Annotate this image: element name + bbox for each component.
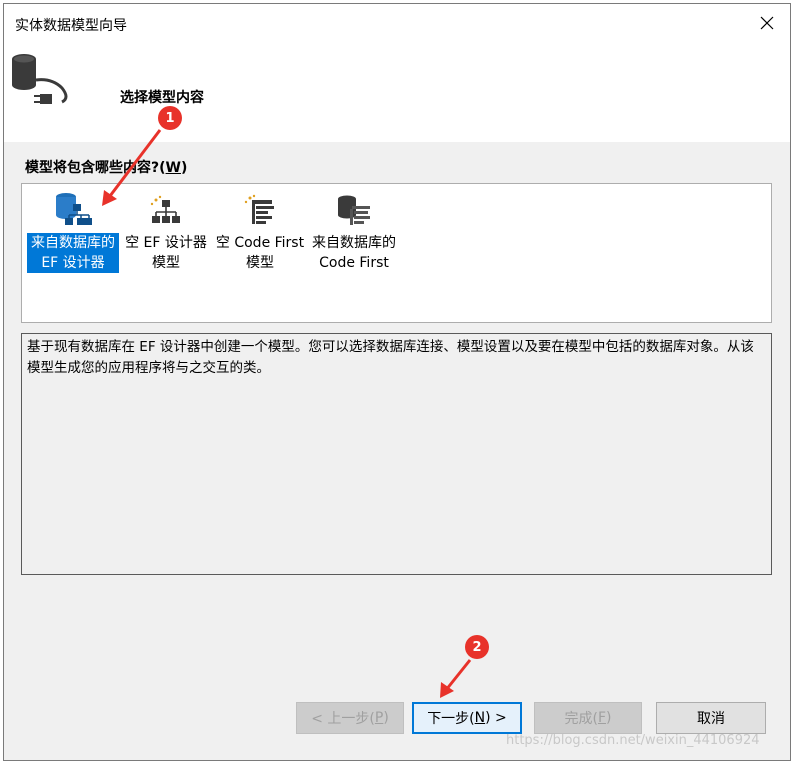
- watermark: https://blog.csdn.net/weixin_44106924: [506, 733, 760, 748]
- wizard-header: 选择模型内容: [4, 42, 790, 142]
- model-option-label-line2: 模型: [246, 255, 274, 271]
- title-bar: 实体数据模型向导: [4, 4, 790, 42]
- database-code-first-icon: [338, 195, 370, 225]
- empty-diagram-icon: [150, 195, 180, 223]
- cancel-button[interactable]: 取消: [656, 702, 766, 734]
- finish-button[interactable]: 完成(F): [534, 702, 642, 734]
- model-option-label-line2: EF 设计器: [41, 255, 105, 271]
- model-content-label: 模型将包含哪些内容?(W): [25, 160, 188, 176]
- next-button[interactable]: 下一步(N) >: [412, 702, 522, 734]
- model-option-label-line1: 空 EF 设计器: [125, 235, 207, 251]
- empty-code-first-icon: [244, 194, 274, 224]
- wizard-window: 实体数据模型向导 选择模型内容 模型将包含哪些内容?(W) 来自数据库的 EF …: [3, 3, 791, 761]
- model-description: 基于现有数据库在 EF 设计器中创建一个模型。您可以选择数据库连接、模型设置以及…: [21, 333, 772, 575]
- model-option-label-line2: Code First: [319, 255, 389, 271]
- database-plug-icon: [12, 54, 68, 104]
- annotation-badge-2: 2: [465, 635, 489, 659]
- page-title: 选择模型内容: [120, 90, 204, 106]
- annotation-badge-1: 1: [158, 106, 182, 130]
- prev-button[interactable]: < 上一步(P): [296, 702, 404, 734]
- model-option-empty-code-first[interactable]: 空 Code First 模型: [214, 188, 306, 273]
- model-option-db-ef-designer[interactable]: 来自数据库的 EF 设计器: [27, 188, 119, 273]
- close-icon: [760, 16, 774, 30]
- window-title: 实体数据模型向导: [15, 18, 127, 34]
- model-option-label-line1: 来自数据库的: [31, 235, 115, 251]
- model-option-db-code-first[interactable]: 来自数据库的 Code First: [308, 188, 400, 273]
- model-option-label-line1: 来自数据库的: [312, 235, 396, 251]
- model-option-label-line1: 空 Code First: [215, 235, 305, 251]
- close-button[interactable]: [744, 4, 790, 42]
- database-diagram-icon: [56, 193, 92, 225]
- model-content-list[interactable]: 来自数据库的 EF 设计器 空 EF 设计器 模型 空 Code First 模…: [21, 183, 772, 323]
- model-option-empty-ef-designer[interactable]: 空 EF 设计器 模型: [120, 188, 212, 273]
- model-option-label-line2: 模型: [152, 255, 180, 271]
